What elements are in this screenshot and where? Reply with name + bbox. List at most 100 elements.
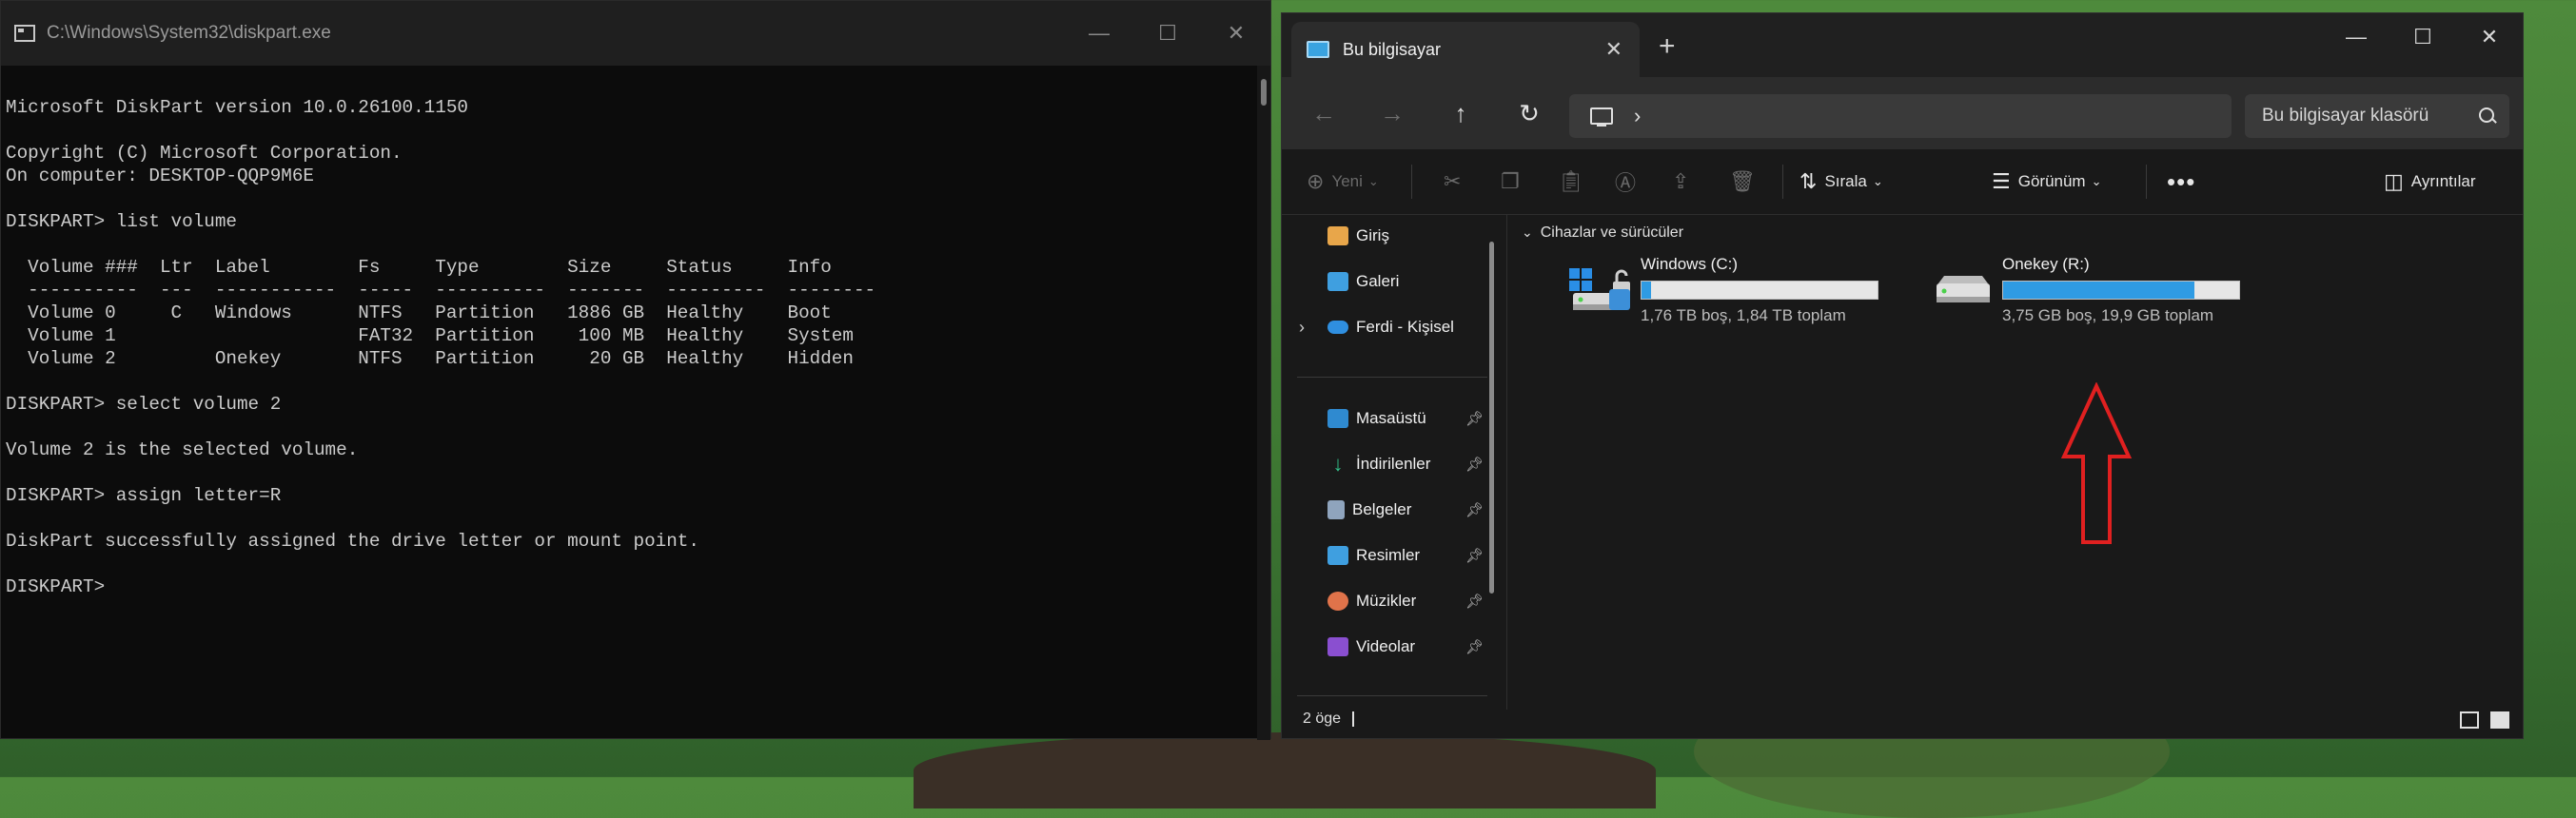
paste-icon[interactable]: 📋︎	[1558, 168, 1592, 195]
sidebar-item-label: Giriş	[1356, 226, 1389, 244]
video-icon	[1327, 637, 1348, 656]
chevron-down-icon: ⌄	[1872, 174, 1883, 188]
details-button[interactable]: ◫ Ayrıntılar	[2384, 168, 2476, 195]
chevron-right-icon[interactable]: ›	[1634, 104, 1641, 128]
console-text: Microsoft DiskPart version 10.0.26100.11…	[6, 97, 876, 597]
rename-icon[interactable]: Ⓐ	[1615, 168, 1643, 195]
new-button[interactable]: ⊕ Yeni ⌄	[1307, 168, 1379, 195]
group-header-label: Cihazlar ve sürücüler	[1540, 224, 1684, 241]
new-tab-icon[interactable]: +	[1659, 30, 1676, 63]
drive-capacity: 3,75 GB boş, 19,9 GB toplam	[2002, 306, 2214, 324]
divider	[1297, 695, 1487, 696]
chevron-right-icon[interactable]: ›	[1299, 318, 1305, 338]
diskpart-title: C:\Windows\System32\diskpart.exe	[47, 23, 331, 43]
sidebar-item-documents[interactable]: Belgeler 📌︎	[1282, 489, 1506, 531]
details-view-icon[interactable]	[2460, 711, 2479, 729]
new-label: Yeni	[1331, 172, 1363, 190]
chevron-down-icon: ⌄	[1367, 174, 1379, 188]
download-icon: ↓	[1332, 452, 1344, 476]
pin-icon: 📌︎	[1465, 457, 1484, 473]
sidebar-item-music[interactable]: Müzikler 📌︎	[1282, 580, 1506, 622]
tab-this-pc[interactable]: Bu bilgisayar ✕	[1291, 22, 1640, 77]
view-icon: ☰	[1992, 169, 2011, 193]
music-icon	[1327, 592, 1348, 611]
console-icon	[14, 25, 35, 42]
sidebar-item-onedrive[interactable]: › Ferdi - Kişisel	[1282, 306, 1506, 348]
cloud-icon	[1327, 321, 1348, 334]
pictures-icon	[1327, 546, 1348, 565]
search-icon	[2479, 107, 2494, 123]
divider	[1297, 377, 1487, 378]
forward-arrow-icon[interactable]: →	[1375, 96, 1409, 130]
tab-close-icon[interactable]: ✕	[1605, 37, 1622, 62]
drive-windows-c[interactable]: Windows (C:) 1,76 TB boş, 1,84 TB toplam	[1569, 255, 1931, 331]
up-arrow-icon[interactable]: ↑	[1444, 96, 1478, 130]
maximize-icon[interactable]: ☐	[1133, 1, 1202, 66]
drive-icon	[1937, 276, 1990, 302]
sort-button[interactable]: ⇅ Sırala ⌄	[1799, 168, 1883, 195]
sort-icon: ⇅	[1799, 169, 1818, 193]
close-icon[interactable]: ✕	[2456, 13, 2523, 61]
details-label: Ayrıntılar	[2410, 172, 2476, 190]
sidebar-item-downloads[interactable]: ↓ İndirilenler 📌︎	[1282, 443, 1506, 485]
copy-icon[interactable]: ❐	[1501, 168, 1527, 195]
sort-label: Sırala	[1824, 172, 1867, 190]
computer-icon	[1590, 107, 1613, 127]
console-scrollbar[interactable]	[1257, 66, 1270, 740]
console-output[interactable]: Microsoft DiskPart version 10.0.26100.11…	[1, 66, 1270, 598]
sidebar-item-label: Resimler	[1356, 546, 1421, 564]
scrollbar-thumb[interactable]	[1261, 79, 1267, 106]
sidebar-item-label: Ferdi - Kişisel	[1356, 318, 1454, 336]
computer-icon	[1307, 41, 1329, 58]
view-button[interactable]: ☰ Görünüm ⌄	[1992, 168, 2102, 195]
sidebar-item-home[interactable]: Giriş	[1282, 215, 1506, 257]
search-box[interactable]: Bu bilgisayar klasörü	[2245, 94, 2509, 138]
sidebar-item-label: Videolar	[1356, 637, 1416, 655]
share-icon[interactable]: ⇪	[1672, 168, 1697, 195]
sidebar-item-label: İndirilenler	[1356, 455, 1431, 473]
refresh-icon[interactable]: ↻	[1512, 96, 1546, 130]
divider	[2146, 165, 2147, 199]
item-count: 2 öge	[1303, 711, 1342, 727]
maximize-icon[interactable]: ☐	[2389, 13, 2456, 61]
file-explorer-window[interactable]: Bu bilgisayar ✕ + — ☐ ✕ ← → ↑ ↻ › Bu bil…	[1281, 12, 2524, 739]
pane-divider[interactable]	[1506, 215, 1507, 710]
chevron-down-icon: ⌄	[1522, 224, 1533, 240]
minimize-icon[interactable]: —	[1065, 1, 1133, 66]
sidebar-item-label: Galeri	[1356, 272, 1400, 290]
close-icon[interactable]: ✕	[1202, 1, 1270, 66]
divider	[1411, 165, 1412, 199]
drive-onekey-r[interactable]: Onekey (R:) 3,75 GB boş, 19,9 GB toplam	[1931, 255, 2292, 331]
text-caret	[1352, 711, 1355, 727]
search-placeholder: Bu bilgisayar klasörü	[2262, 106, 2429, 126]
cut-icon[interactable]: ✂	[1444, 168, 1468, 195]
large-icons-view-icon[interactable]	[2490, 711, 2509, 729]
pin-icon: 📌︎	[1465, 502, 1484, 518]
more-options-icon[interactable]: •••	[2167, 167, 2195, 196]
sidebar-item-desktop[interactable]: Masaüstü 📌︎	[1282, 398, 1506, 439]
delete-icon[interactable]: 🗑︎	[1729, 168, 1763, 195]
sidebar-item-pictures[interactable]: Resimler 📌︎	[1282, 535, 1506, 576]
divider	[1782, 165, 1783, 199]
windows-drive-icon	[1569, 268, 1630, 310]
sidebar-item-videos[interactable]: Videolar 📌︎	[1282, 626, 1506, 668]
gallery-icon	[1327, 272, 1348, 291]
pin-icon: 📌︎	[1465, 411, 1484, 427]
navigation-scrollbar[interactable]	[1489, 242, 1494, 594]
diskpart-titlebar[interactable]: C:\Windows\System32\diskpart.exe — ☐ ✕	[1, 1, 1270, 66]
sidebar-item-gallery[interactable]: Galeri	[1282, 261, 1506, 302]
minimize-icon[interactable]: —	[2323, 13, 2389, 61]
details-pane-icon: ◫	[2384, 169, 2404, 193]
explorer-tabbar: Bu bilgisayar ✕ + — ☐ ✕	[1282, 13, 2523, 77]
status-bar: 2 öge	[1282, 700, 2523, 738]
view-label: Görünüm	[2017, 172, 2086, 190]
back-arrow-icon[interactable]: ←	[1307, 96, 1341, 130]
drive-usage-bar	[2002, 281, 2240, 300]
pin-icon: 📌︎	[1465, 639, 1484, 655]
sidebar-item-label: Belgeler	[1352, 500, 1412, 518]
wallpaper-subject	[914, 732, 1656, 808]
drive-capacity: 1,76 TB boş, 1,84 TB toplam	[1641, 306, 1846, 324]
address-bar[interactable]: ›	[1569, 94, 2232, 138]
diskpart-window[interactable]: C:\Windows\System32\diskpart.exe — ☐ ✕ M…	[0, 0, 1271, 740]
group-header-devices[interactable]: ⌄ Cihazlar ve sürücüler	[1522, 224, 1683, 242]
